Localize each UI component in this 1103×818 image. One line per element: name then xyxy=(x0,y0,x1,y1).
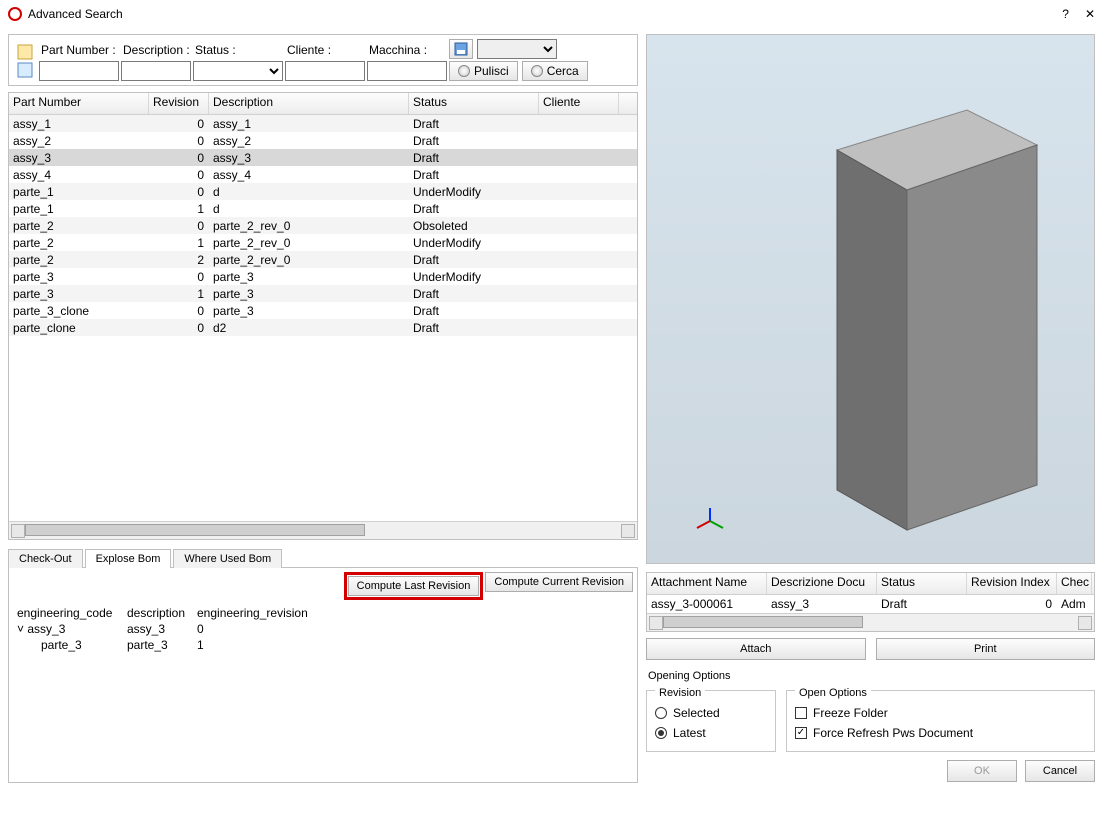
opening-options-label: Opening Options xyxy=(648,670,1095,682)
filter-bar: Part Number : Description : Status : Cli… xyxy=(8,34,638,86)
results-grid: Part NumberRevisionDescriptionStatusClie… xyxy=(8,92,638,540)
tab-where-used-bom[interactable]: Where Used Bom xyxy=(173,549,282,568)
table-row[interactable]: parte_22parte_2_rev_0Draft xyxy=(9,251,637,268)
preview-3d[interactable] xyxy=(646,34,1095,564)
input-macchina[interactable] xyxy=(367,61,447,81)
saved-search-select[interactable] xyxy=(477,39,557,59)
bom-row[interactable]: ˅ assy_3assy_30 xyxy=(13,622,633,638)
attach-header[interactable]: Chec xyxy=(1057,573,1092,594)
table-row[interactable]: parte_11dDraft xyxy=(9,200,637,217)
grid-header[interactable]: Cliente xyxy=(539,93,619,114)
compute-last-revision-button[interactable]: Compute Last Revision xyxy=(348,576,480,596)
help-button[interactable]: ? xyxy=(1062,7,1069,21)
table-row[interactable]: parte_3_clone0parte_3Draft xyxy=(9,302,637,319)
cancel-button[interactable]: Cancel xyxy=(1025,760,1095,782)
lbl-part-number: Part Number : xyxy=(39,43,119,59)
lbl-status: Status : xyxy=(193,43,283,59)
clear-icon xyxy=(458,65,470,77)
radio-latest[interactable]: Latest xyxy=(655,723,767,743)
cube-model xyxy=(807,90,1067,550)
tab-explose-bom[interactable]: Explose Bom xyxy=(85,549,172,568)
grid-header[interactable]: Part Number xyxy=(9,93,149,114)
save-icon-button[interactable] xyxy=(449,39,473,59)
attach-hscroll[interactable] xyxy=(647,613,1094,631)
app-icon xyxy=(8,7,22,21)
table-row[interactable]: assy_20assy_2Draft xyxy=(9,132,637,149)
attach-header[interactable]: Revision Index xyxy=(967,573,1057,594)
lbl-macchina: Macchina : xyxy=(367,43,447,59)
input-description[interactable] xyxy=(121,61,191,81)
ok-button[interactable]: OK xyxy=(947,760,1017,782)
openopt-legend: Open Options xyxy=(795,687,871,699)
bom-row[interactable]: parte_3parte_31 xyxy=(13,638,633,654)
filter-icon-1[interactable] xyxy=(13,41,37,81)
lbl-description: Description : xyxy=(121,43,191,59)
table-row[interactable]: parte_20parte_2_rev_0Obsoleted xyxy=(9,217,637,234)
table-row[interactable]: parte_clone0d2Draft xyxy=(9,319,637,336)
input-part-number[interactable] xyxy=(39,61,119,81)
table-row[interactable]: parte_31parte_3Draft xyxy=(9,285,637,302)
attach-row[interactable]: assy_3-000061assy_3Draft0Adm xyxy=(647,595,1094,613)
check-force[interactable]: ✓Force Refresh Pws Document xyxy=(795,723,1086,743)
radio-selected[interactable]: Selected xyxy=(655,703,767,723)
select-status[interactable] xyxy=(193,61,283,81)
compute-current-revision-button[interactable]: Compute Current Revision xyxy=(485,572,633,592)
attach-header[interactable]: Attachment Name xyxy=(647,573,767,594)
check-freeze[interactable]: Freeze Folder xyxy=(795,703,1086,723)
attach-button[interactable]: Attach xyxy=(646,638,866,660)
search-icon xyxy=(531,65,543,77)
grid-header[interactable]: Revision xyxy=(149,93,209,114)
pulisci-button[interactable]: Pulisci xyxy=(449,61,518,81)
axis-gizmo xyxy=(695,506,725,539)
bom-header: engineering_revision xyxy=(193,606,313,622)
grid-header[interactable]: Status xyxy=(409,93,539,114)
close-button[interactable]: ✕ xyxy=(1085,7,1095,21)
tab-check-out[interactable]: Check-Out xyxy=(8,549,83,568)
bom-header: description xyxy=(123,606,193,622)
print-button[interactable]: Print xyxy=(876,638,1096,660)
grid-hscroll[interactable] xyxy=(9,521,637,539)
bom-header: engineering_code xyxy=(13,606,123,622)
table-row[interactable]: assy_40assy_4Draft xyxy=(9,166,637,183)
table-row[interactable]: assy_10assy_1Draft xyxy=(9,115,637,132)
window-title: Advanced Search xyxy=(28,7,123,21)
revision-legend: Revision xyxy=(655,687,705,699)
grid-header[interactable]: Description xyxy=(209,93,409,114)
table-row[interactable]: parte_10dUnderModify xyxy=(9,183,637,200)
attach-header[interactable]: Status xyxy=(877,573,967,594)
input-cliente[interactable] xyxy=(285,61,365,81)
table-row[interactable]: parte_30parte_3UnderModify xyxy=(9,268,637,285)
lbl-cliente: Cliente : xyxy=(285,43,365,59)
bom-pane: Compute Last Revision Compute Current Re… xyxy=(8,567,638,783)
cerca-button[interactable]: Cerca xyxy=(522,61,588,81)
table-row[interactable]: assy_30assy_3Draft xyxy=(9,149,637,166)
table-row[interactable]: parte_21parte_2_rev_0UnderModify xyxy=(9,234,637,251)
attachment-table: Attachment NameDescrizione DocuStatusRev… xyxy=(646,572,1095,632)
attach-header[interactable]: Descrizione Docu xyxy=(767,573,877,594)
